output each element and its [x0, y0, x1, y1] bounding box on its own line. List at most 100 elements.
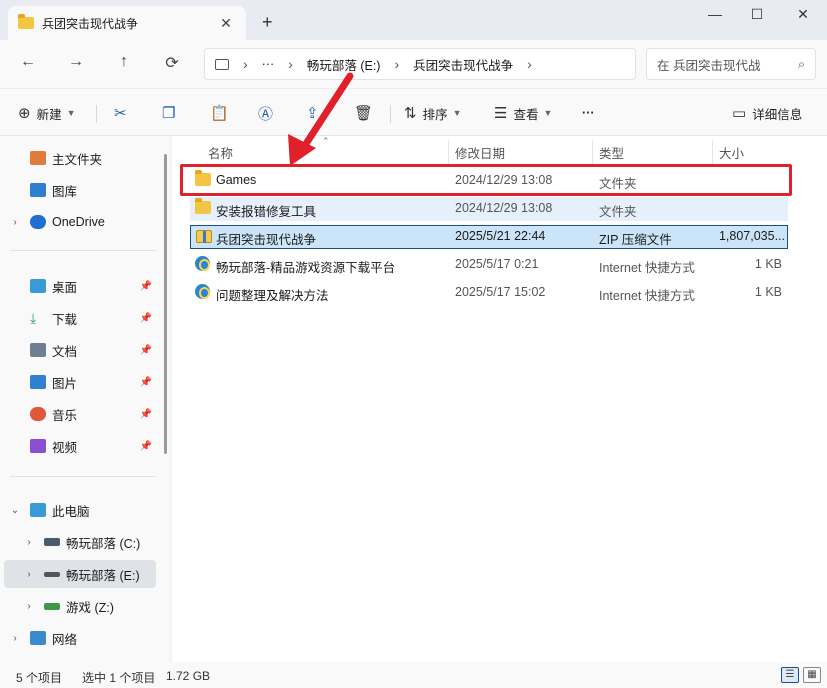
- search-box[interactable]: 在 兵团突击现代战 ⌕: [646, 48, 816, 80]
- drive-e-icon: [44, 571, 60, 577]
- cut-button[interactable]: ✂: [114, 102, 133, 124]
- toolbar-divider: [96, 105, 97, 123]
- file-name: 安装报错修复工具: [216, 205, 317, 219]
- chevron-right-icon[interactable]: ›: [14, 537, 44, 548]
- sidebar-item-label: 文档: [52, 344, 78, 359]
- breadcrumb-folder[interactable]: 兵团突击现代战争: [413, 55, 513, 74]
- sidebar-item-videos[interactable]: 视频 📌: [0, 432, 158, 460]
- paste-button[interactable]: 📋: [210, 102, 235, 124]
- column-divider[interactable]: [592, 140, 593, 164]
- view-button[interactable]: ☰ 查看 ▼: [494, 102, 552, 124]
- chevron-right-icon[interactable]: ›: [14, 601, 44, 612]
- new-button[interactable]: ⊕ 新建 ▼: [18, 102, 76, 124]
- desktop-icon: [30, 279, 46, 293]
- tab-current-folder[interactable]: 兵团突击现代战争 ✕: [8, 6, 246, 40]
- sort-button[interactable]: ⇅ 排序 ▼: [404, 102, 462, 124]
- file-modified: 2025/5/17 15:02: [455, 285, 546, 299]
- folder-icon: [195, 198, 211, 214]
- sidebar-item-label: 音乐: [52, 408, 78, 423]
- sidebar-item-label: 畅玩部落 (C:): [66, 536, 141, 551]
- column-divider[interactable]: [448, 140, 449, 164]
- file-size: 1 KB: [754, 285, 782, 299]
- close-window-button[interactable]: ✕: [788, 6, 818, 26]
- sidebar-divider: [10, 476, 156, 477]
- file-row[interactable]: 问题整理及解决方法 2025/5/17 15:02 Internet 快捷方式 …: [190, 281, 788, 305]
- breadcrumb-separator: ›: [527, 56, 532, 72]
- annotation-highlight-box: [180, 164, 792, 196]
- pin-icon[interactable]: 📌: [140, 281, 152, 292]
- music-icon: [30, 407, 46, 421]
- maximize-button[interactable]: ☐: [742, 6, 772, 26]
- more-options-button[interactable]: ···: [582, 102, 595, 124]
- chevron-down-icon[interactable]: ⌄: [0, 505, 30, 516]
- chevron-right-icon[interactable]: ›: [0, 633, 30, 644]
- sidebar-item-label: 下载: [52, 312, 78, 327]
- sidebar-item-gallery[interactable]: 图库: [0, 176, 158, 204]
- plus-circle-icon: ⊕: [18, 105, 31, 122]
- chevron-right-icon[interactable]: ›: [14, 569, 44, 580]
- column-header-size[interactable]: 大小: [719, 140, 744, 164]
- sidebar-item-documents[interactable]: 文档 📌: [0, 336, 158, 364]
- new-tab-button[interactable]: +: [262, 12, 273, 33]
- sidebar-item-drive-c[interactable]: › 畅玩部落 (C:): [0, 528, 158, 556]
- rename-icon: Ⓐ: [258, 105, 274, 123]
- details-label: 详细信息: [752, 107, 803, 122]
- computer-icon: [215, 58, 229, 70]
- pin-icon[interactable]: 📌: [140, 409, 152, 420]
- selected-size: 1.72 GB: [166, 669, 211, 683]
- file-row[interactable]: 兵团突击现代战争 2025/5/21 22:44 ZIP 压缩文件 1,807,…: [190, 225, 788, 249]
- search-input[interactable]: 在 兵团突击现代战: [657, 55, 798, 74]
- pin-icon[interactable]: 📌: [140, 441, 152, 452]
- sidebar-item-network[interactable]: › 网络: [0, 624, 158, 652]
- sidebar-item-drive-z[interactable]: › 游戏 (Z:): [0, 592, 158, 620]
- sidebar-item-this-pc[interactable]: ⌄ 此电脑: [0, 496, 158, 524]
- breadcrumb-separator: ›: [243, 56, 248, 72]
- address-bar[interactable]: › ··· › 畅玩部落 (E:) › 兵团突击现代战争 ›: [204, 48, 636, 80]
- scissors-icon: ✂: [114, 105, 127, 122]
- annotation-arrow: [288, 72, 354, 166]
- tab-close-button[interactable]: ✕: [216, 15, 236, 32]
- details-view-button[interactable]: ☰: [781, 667, 799, 683]
- column-header-type[interactable]: 类型: [599, 140, 624, 164]
- tiles-view-button[interactable]: ▦: [803, 667, 821, 683]
- new-label: 新建: [36, 107, 62, 122]
- column-header-modified[interactable]: 修改日期: [455, 140, 505, 164]
- sidebar-item-desktop[interactable]: 桌面 📌: [0, 272, 158, 300]
- file-modified: 2025/5/21 22:44: [455, 229, 546, 243]
- tab-title: 兵团突击现代战争: [42, 16, 139, 31]
- column-header-name[interactable]: 名称: [208, 140, 233, 164]
- sidebar-item-label: 此电脑: [52, 504, 90, 519]
- sidebar-scrollbar[interactable]: [164, 154, 167, 454]
- sidebar-item-music[interactable]: 音乐 📌: [0, 400, 158, 428]
- forward-button[interactable]: →: [64, 53, 88, 75]
- sidebar-item-label: 视频: [52, 440, 78, 455]
- refresh-button[interactable]: ⟳: [160, 53, 184, 75]
- details-pane-button[interactable]: ▭ 详细信息: [732, 102, 802, 124]
- minimize-button[interactable]: —: [700, 6, 730, 26]
- chevron-right-icon[interactable]: ›: [0, 217, 30, 228]
- sidebar-item-pictures[interactable]: 图片 📌: [0, 368, 158, 396]
- network-icon: [30, 631, 46, 645]
- drive-c-icon: [44, 538, 60, 546]
- breadcrumb-more[interactable]: ···: [262, 57, 275, 71]
- file-row[interactable]: 安装报错修复工具 2024/12/29 13:08 文件夹: [190, 197, 788, 221]
- column-divider[interactable]: [712, 140, 713, 164]
- file-list: ⌃ 名称 修改日期 类型 大小 Games 2024/12/29 13:08 文…: [172, 136, 827, 662]
- sidebar-item-onedrive[interactable]: › OneDrive: [0, 208, 158, 236]
- sidebar-item-label: 图片: [52, 376, 78, 391]
- sidebar-divider: [10, 250, 156, 251]
- pin-icon[interactable]: 📌: [140, 377, 152, 388]
- sidebar-item-home[interactable]: 主文件夹: [0, 144, 158, 172]
- sidebar-item-downloads[interactable]: ⤓ 下载 📌: [0, 304, 158, 332]
- drive-z-icon: [44, 602, 60, 610]
- rename-button[interactable]: Ⓐ: [258, 102, 279, 124]
- file-row[interactable]: 畅玩部落-精品游戏资源下载平台 2025/5/17 0:21 Internet …: [190, 253, 788, 277]
- pin-icon[interactable]: 📌: [140, 313, 152, 324]
- pin-icon[interactable]: 📌: [140, 345, 152, 356]
- copy-button[interactable]: ❐: [162, 102, 181, 124]
- sidebar-item-label: 图库: [52, 184, 78, 199]
- back-button[interactable]: ←: [16, 53, 40, 75]
- up-button[interactable]: ↑: [112, 53, 136, 75]
- sidebar-item-drive-e[interactable]: › 畅玩部落 (E:): [4, 560, 156, 588]
- navigation-bar: ← → ↑ ⟳ › ··· › 畅玩部落 (E:) › 兵团突击现代战争 › 在…: [0, 40, 827, 88]
